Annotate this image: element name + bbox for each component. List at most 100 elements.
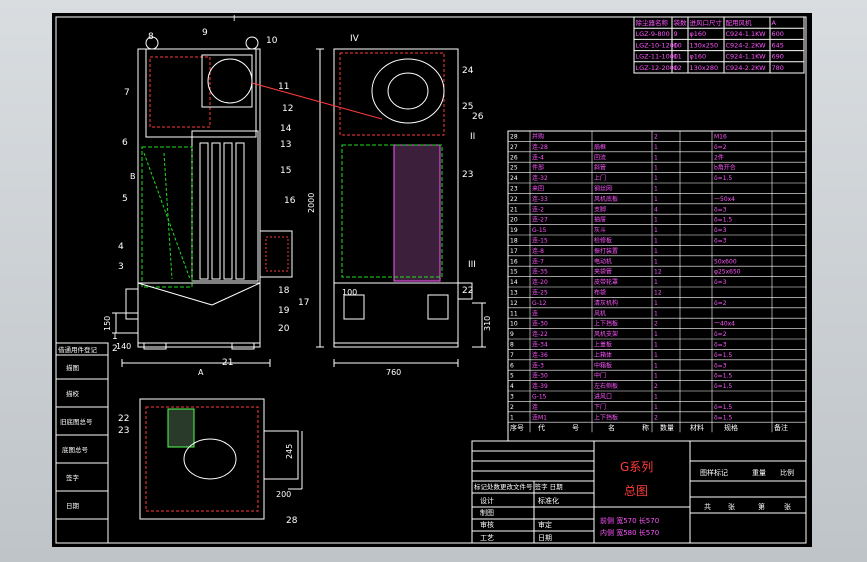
bom-cell: 电动机 (594, 257, 612, 265)
bom-cell: δ=2 (714, 144, 727, 151)
callout: 22 (118, 414, 129, 424)
bom-cell: 夹袋管 (594, 268, 612, 276)
left-item: 借通用件登记 (58, 345, 98, 354)
tb-sheet: 第 (758, 502, 765, 511)
bom-cell: 连-34 (532, 341, 548, 349)
bom-cell: 一50x4 (714, 196, 735, 203)
bom-cell: 11 (510, 310, 518, 317)
bom-cell: 连-36 (532, 351, 548, 359)
bom-cell: 1 (654, 362, 658, 369)
bom-cell: 连 (532, 309, 538, 317)
bom-cell: 连 (532, 403, 538, 411)
bom-cell: 下门 (594, 403, 606, 411)
footprint-side: 内侧 宽580 长570 (600, 528, 659, 537)
bom-cell: 1 (654, 154, 658, 161)
bom-cell: 1 (654, 227, 658, 234)
callout: 19 (278, 306, 290, 316)
spec-cell: 12 (674, 64, 682, 72)
bom-cell: 回流 (594, 153, 606, 161)
bom-cell: 15 (510, 269, 518, 276)
bom-cell: 1 (654, 175, 658, 182)
callout: 7 (124, 88, 130, 98)
cad-drawing-canvas[interactable]: 8 9 10 7 6 5 4 3 1 2 14 13 15 16 17 18 1… (52, 13, 812, 547)
bom-cell: b角开合 (714, 164, 736, 172)
bom-cell: δ=3 (714, 227, 727, 234)
spec-cell: 600 (772, 30, 784, 38)
bom-cell: δ=3 (714, 238, 727, 245)
bom-cell: 1 (654, 310, 658, 317)
bom-cell: 上下挡板 (594, 413, 618, 421)
bom-cell: 18 (510, 238, 518, 245)
dim-plan-height: 245 (285, 444, 294, 459)
callout: 5 (122, 194, 128, 204)
tb-sheet: 张 (728, 502, 735, 511)
spec-table: 除尘器名称 袋数 进风口尺寸 配用风机 A LGZ-9-800 9 φ160 C924-1.1K… (633, 16, 805, 74)
dim-width: A (198, 368, 204, 377)
bom-cell: 上下挡板 (594, 320, 618, 328)
bom-cell: 1 (510, 414, 514, 421)
bom-cell: 连M1 (532, 413, 547, 421)
bom-cell: 连-22 (532, 330, 548, 338)
spec-cell: LGZ-10-1200 (636, 41, 679, 49)
bom-cell: 1 (654, 300, 658, 307)
spec-cell: 690 (772, 53, 784, 61)
bom-cell: δ=1.5 (714, 383, 732, 390)
viewport-frame: 8 9 10 7 6 5 4 3 1 2 14 13 15 16 17 18 1… (0, 0, 867, 562)
tb-right-header: 比例 (780, 468, 794, 477)
bom-cell: 1 (654, 404, 658, 411)
callout: 22 (462, 286, 473, 296)
bom-cell: 12 (654, 269, 662, 276)
dim-plan-width: 200 (276, 490, 291, 499)
bom-cell: 24 (510, 175, 518, 182)
spec-cell: 11 (674, 53, 682, 61)
bom-cell: 振打装置 (594, 247, 618, 255)
bom-cell: 连-25 (532, 289, 548, 297)
bom-cell: 14 (510, 279, 518, 286)
drawing-name: 总图 (624, 484, 648, 498)
spec-cell: 配用风机 (726, 18, 753, 27)
callout: 23 (118, 426, 129, 436)
tb-cell: 工艺 (480, 534, 494, 542)
callout: III (468, 260, 476, 270)
bom-cell: 9 (510, 331, 514, 338)
bom-cell: 钢丝网 (594, 185, 612, 193)
bom-cell: 来回 (532, 186, 544, 193)
bom-cell: 1 (654, 165, 658, 172)
bom-header-cell: 数量 (660, 423, 674, 432)
callout: 21 (222, 358, 233, 368)
left-item: 描图 (66, 363, 79, 372)
bom-cell: 连-35 (532, 268, 548, 276)
spec-cell: LGZ-12-2000 (636, 64, 679, 72)
bom-cell: 中门 (594, 372, 606, 380)
bom-cell: 左右侧板 (594, 382, 618, 390)
bom-cell: 1 (654, 352, 658, 359)
tb-right-header: 图样标记 (700, 468, 728, 477)
dim-side-width: 760 (386, 368, 401, 377)
side-view (316, 48, 486, 367)
spec-cell: C924-2.2KW (726, 41, 767, 49)
plan-view (139, 398, 303, 520)
spec-cell: φ160 (690, 53, 707, 61)
bom-cell: 27 (510, 144, 518, 151)
callout: 20 (278, 324, 290, 334)
bom-cell: 1 (654, 196, 658, 203)
dim-side-small-2: 100 (342, 288, 357, 297)
bom-cell: 1 (654, 373, 658, 380)
leader-11 (251, 82, 383, 120)
bom-header-cell: 号 (572, 424, 579, 432)
bom-cell: 1 (654, 342, 658, 349)
bom-header-cell: 名 (608, 423, 615, 432)
callout: 16 (284, 196, 296, 206)
bom-cell: 4 (510, 383, 514, 390)
bom-cell: 1 (654, 186, 658, 193)
bom-cell: 23 (510, 186, 518, 193)
left-block-text: 借通用件登记 描图 描校 旧底图总号 底图总号 签字 日期 (58, 345, 98, 510)
bom-cell: 风机支架 (594, 330, 618, 338)
left-block (55, 342, 109, 544)
bom-cell: 25 (510, 165, 518, 172)
bom-cell: 20 (510, 217, 518, 224)
bom-cell: 皮带轮罩 (594, 278, 618, 286)
spec-cell: 130x250 (690, 41, 719, 49)
callout: 14 (280, 124, 292, 134)
bom-cell: 抽屉 (594, 216, 606, 224)
